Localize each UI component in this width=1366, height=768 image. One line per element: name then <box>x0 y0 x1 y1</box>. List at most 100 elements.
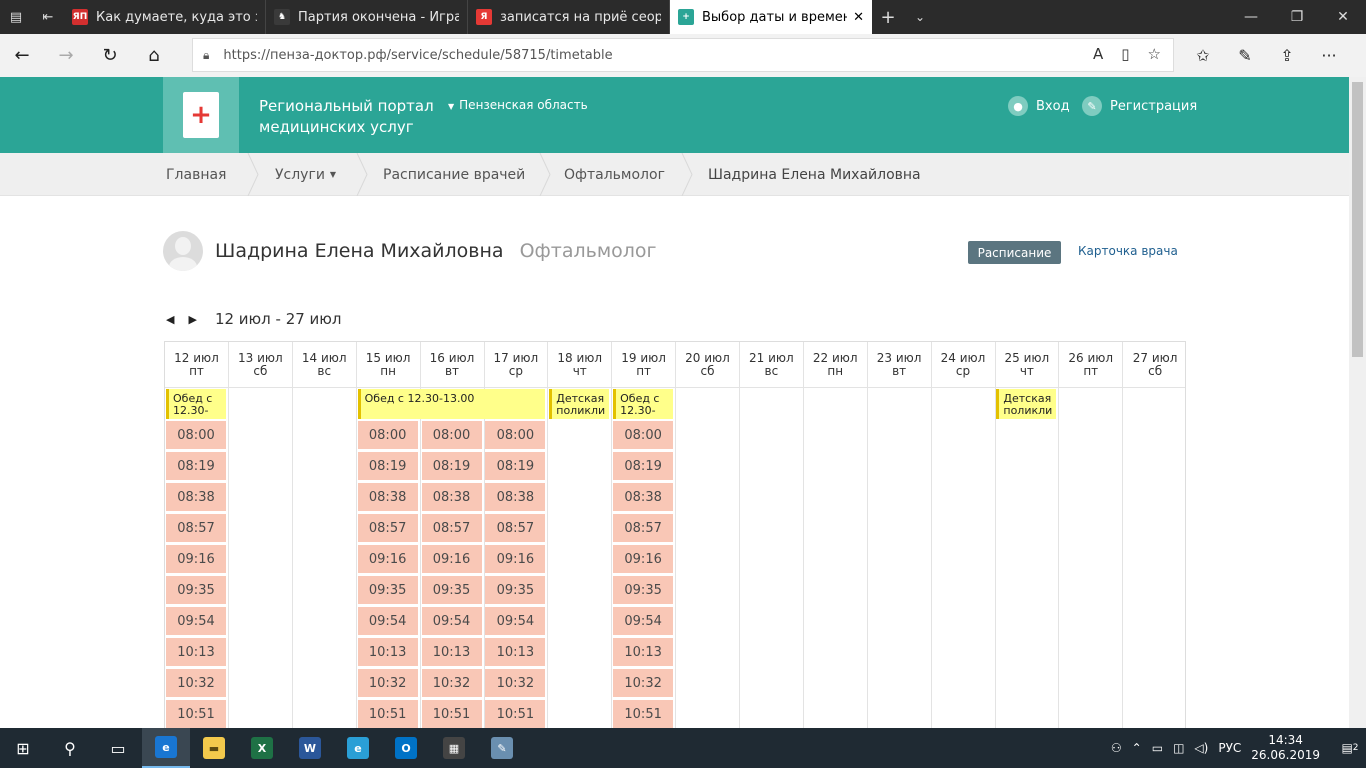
time-slot[interactable]: 09:35 <box>613 576 674 604</box>
file-explorer-icon[interactable]: ▬ <box>190 728 238 768</box>
time-slot[interactable]: 09:54 <box>166 607 226 635</box>
outlook-icon[interactable]: O <box>382 728 430 768</box>
close-tab-icon[interactable]: ✕ <box>853 10 864 25</box>
notes-pen-icon[interactable]: ✎ <box>1228 46 1262 65</box>
breadcrumb-specialty[interactable]: Офтальмолог <box>564 153 665 196</box>
schedule-note[interactable]: Детская поликли <box>996 389 1057 419</box>
browser-tab[interactable]: ЯП Как думаете, куда это за оч <box>64 0 266 34</box>
time-slot[interactable]: 10:51 <box>357 700 418 728</box>
time-slot[interactable]: 09:54 <box>485 607 546 635</box>
time-slot[interactable]: 08:57 <box>485 514 546 542</box>
time-slot[interactable]: 10:51 <box>421 700 482 728</box>
refresh-button[interactable]: ↻ <box>88 34 132 77</box>
url-field[interactable]: 🔒︎ https://пенза-доктор.рф/service/sched… <box>192 38 1174 72</box>
back-button[interactable]: ← <box>0 34 44 77</box>
schedule-button[interactable]: Расписание <box>968 241 1061 264</box>
internet-explorer-icon[interactable]: e <box>334 728 382 768</box>
clock[interactable]: 14:34 26.06.2019 <box>1251 733 1320 763</box>
time-slot[interactable]: 08:19 <box>613 452 674 480</box>
time-slot[interactable]: 09:54 <box>613 607 674 635</box>
task-view-icon[interactable]: ▭ <box>94 728 142 768</box>
schedule-note[interactable]: Детская поликли <box>549 389 610 419</box>
portal-title[interactable]: Региональный портал медицинских услуг <box>259 96 434 138</box>
more-menu-icon[interactable]: ··· <box>1312 46 1346 65</box>
excel-icon[interactable]: X <box>238 728 286 768</box>
browser-tab[interactable]: Язаписатся на приё сеордоп <box>468 0 670 34</box>
restore-button[interactable]: ❐ <box>1274 0 1320 34</box>
time-slot[interactable]: 08:57 <box>357 514 418 542</box>
time-slot[interactable]: 10:32 <box>421 669 482 697</box>
minimize-button[interactable]: — <box>1228 0 1274 34</box>
time-slot[interactable]: 08:00 <box>166 421 226 449</box>
time-slot[interactable]: 08:00 <box>485 421 546 449</box>
time-slot[interactable]: 10:13 <box>613 638 674 666</box>
time-slot[interactable]: 09:16 <box>421 545 482 573</box>
battery-icon[interactable]: ▭ <box>1152 741 1163 755</box>
breadcrumb-home[interactable]: Главная <box>166 153 226 196</box>
time-slot[interactable]: 10:51 <box>485 700 546 728</box>
time-slot[interactable]: 10:13 <box>421 638 482 666</box>
time-slot[interactable]: 08:19 <box>485 452 546 480</box>
tab-preview-chevron-icon[interactable]: ⌄ <box>904 0 936 34</box>
next-week-icon[interactable]: ▶ <box>188 313 196 326</box>
favorites-hub-icon[interactable]: ✩ <box>1186 46 1220 65</box>
time-slot[interactable]: 09:16 <box>485 545 546 573</box>
read-aloud-icon[interactable]: A <box>1093 45 1103 63</box>
region-selector[interactable]: ▼ Пензенская область <box>448 98 588 112</box>
calculator-icon[interactable]: ▦ <box>430 728 478 768</box>
network-icon[interactable]: ◫ <box>1173 741 1184 755</box>
word-icon[interactable]: W <box>286 728 334 768</box>
edge-browser-icon[interactable]: e <box>142 728 190 768</box>
time-slot[interactable]: 10:51 <box>613 700 674 728</box>
time-slot[interactable]: 09:35 <box>357 576 418 604</box>
time-slot[interactable]: 10:32 <box>166 669 226 697</box>
page-scrollbar[interactable] <box>1349 77 1366 728</box>
language-indicator[interactable]: РУС <box>1218 741 1241 755</box>
search-icon[interactable]: ⚲ <box>46 728 94 768</box>
reading-view-icon[interactable]: ▯ <box>1121 45 1129 63</box>
time-slot[interactable]: 08:19 <box>421 452 482 480</box>
time-slot[interactable]: 08:00 <box>613 421 674 449</box>
time-slot[interactable]: 10:32 <box>485 669 546 697</box>
breadcrumb-schedule[interactable]: Расписание врачей <box>383 153 525 196</box>
people-icon[interactable]: ⚇ <box>1111 741 1122 755</box>
volume-icon[interactable]: ◁) <box>1194 741 1208 755</box>
doctor-card-link[interactable]: Карточка врача <box>1078 244 1178 258</box>
login-link[interactable]: ● Вход <box>1008 96 1070 116</box>
register-link[interactable]: ✎ Регистрация <box>1082 96 1197 116</box>
browser-tab[interactable]: ♞ Партия окончена - Игра в ш <box>266 0 468 34</box>
start-windows-icon[interactable]: ⊞ <box>0 728 46 768</box>
scrollbar-thumb[interactable] <box>1352 82 1363 357</box>
tray-chevron-icon[interactable]: ⌃ <box>1132 741 1142 755</box>
time-slot[interactable]: 09:16 <box>613 545 674 573</box>
schedule-note[interactable]: Обед с 12.30- <box>613 389 673 419</box>
set-aside-tabs-icon[interactable]: ⇤ <box>32 0 64 34</box>
time-slot[interactable]: 09:35 <box>421 576 482 604</box>
schedule-note[interactable]: Обед с 12.30- <box>166 389 226 419</box>
time-slot[interactable]: 09:16 <box>357 545 418 573</box>
time-slot[interactable]: 08:38 <box>485 483 546 511</box>
share-icon[interactable]: ⇪ <box>1270 46 1304 65</box>
new-tab-button[interactable]: + <box>872 0 904 34</box>
time-slot[interactable]: 08:19 <box>166 452 226 480</box>
paint-icon[interactable]: ✎ <box>478 728 526 768</box>
close-window-button[interactable]: ✕ <box>1320 0 1366 34</box>
prev-week-icon[interactable]: ◀ <box>166 313 174 326</box>
time-slot[interactable]: 08:57 <box>166 514 226 542</box>
time-slot[interactable]: 10:13 <box>485 638 546 666</box>
time-slot[interactable]: 10:51 <box>166 700 226 728</box>
breadcrumb-services[interactable]: Услуги ▼ <box>275 153 336 196</box>
time-slot[interactable]: 10:13 <box>166 638 226 666</box>
time-slot[interactable]: 10:13 <box>357 638 418 666</box>
action-center-icon[interactable]: ▤ 2 <box>1334 741 1366 755</box>
time-slot[interactable]: 08:38 <box>166 483 226 511</box>
schedule-note[interactable]: Обед с 12.30-13.00 <box>357 389 546 419</box>
time-slot[interactable]: 08:57 <box>613 514 674 542</box>
time-slot[interactable]: 08:00 <box>421 421 482 449</box>
time-slot[interactable]: 09:35 <box>485 576 546 604</box>
home-button[interactable]: ⌂ <box>132 34 176 77</box>
time-slot[interactable]: 08:00 <box>357 421 418 449</box>
url-text[interactable]: https://пенза-доктор.рф/service/schedule… <box>223 48 612 63</box>
tab-list-icon[interactable]: ▤ <box>0 0 32 34</box>
time-slot[interactable]: 08:57 <box>421 514 482 542</box>
